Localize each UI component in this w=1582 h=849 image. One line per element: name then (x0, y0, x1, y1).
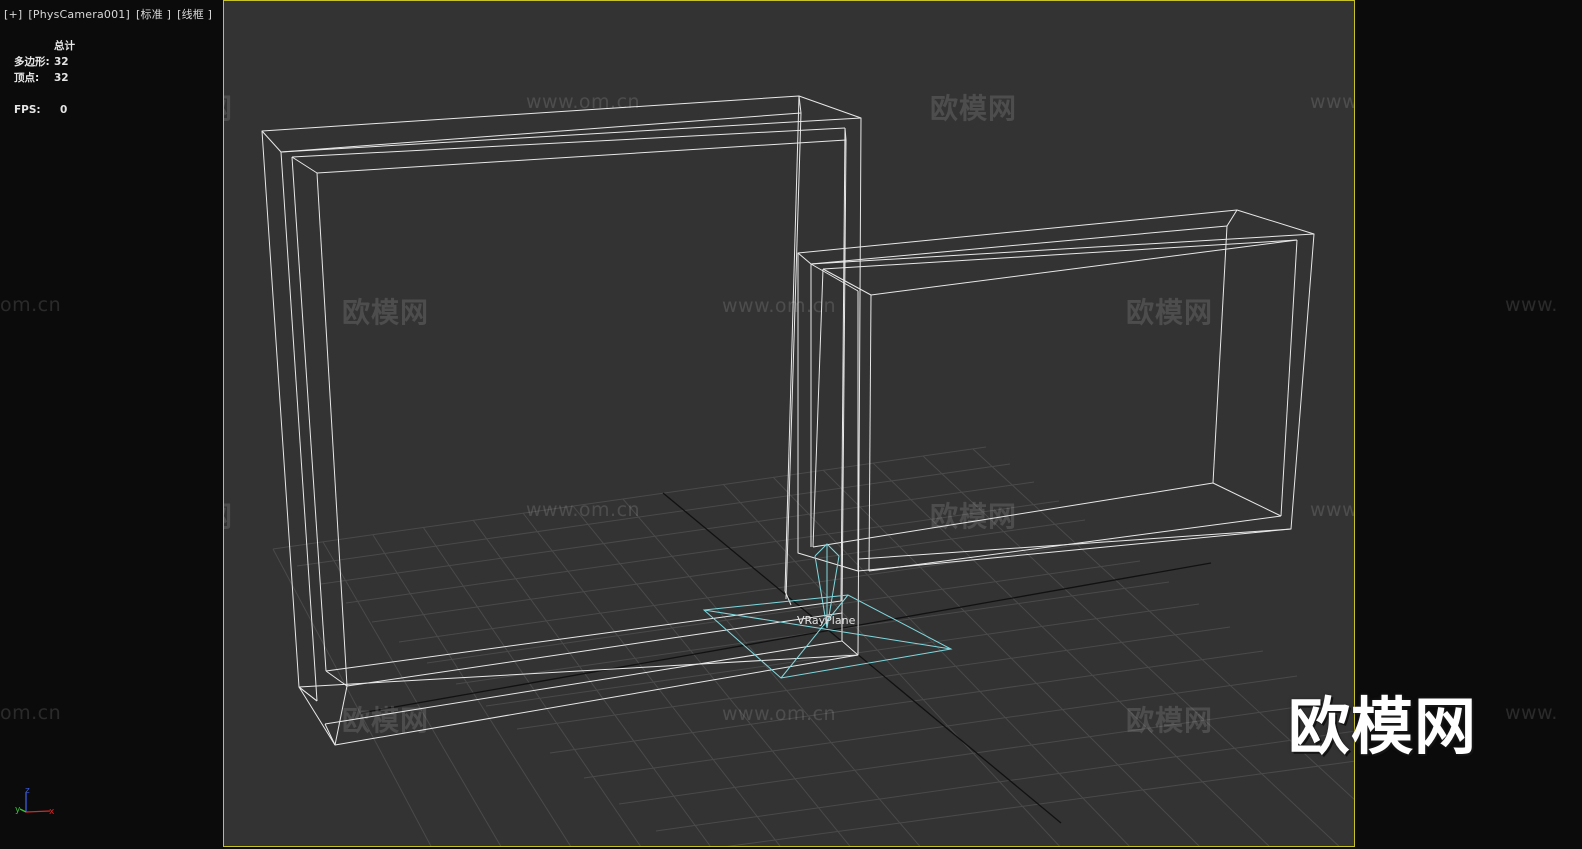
stats-polygons-label: 多边形: (14, 56, 50, 68)
stats-vertices-row: 顶点: 32 (14, 70, 75, 86)
viewport-label: [+] [PhysCamera001] [标准 ] [线框 ] (4, 6, 218, 22)
viewport-camera-menu[interactable]: [PhysCamera001] (28, 8, 130, 21)
axis-tripod: z x y (15, 786, 55, 817)
stats-polygons-row: 多边形: 32 (14, 54, 75, 70)
watermark-url-partial: www. (1505, 294, 1558, 316)
stats-fps-value: 0 (60, 104, 68, 116)
viewport-menu-plus[interactable]: [+] (4, 8, 22, 21)
stats-fps-label: FPS: (14, 104, 41, 116)
scene-statistics: 总计 多边形: 32 顶点: 32 FPS: 0 (14, 38, 75, 118)
left-box-wireframe (261, 95, 862, 746)
stats-header: 总计 (54, 40, 75, 52)
axis-y-label: y (15, 805, 21, 815)
vray-plane-gizmo (702, 543, 953, 679)
viewport-shading-menu[interactable]: [标准 ] (136, 8, 171, 21)
viewport-display-mode-menu[interactable]: [线框 ] (177, 8, 212, 21)
watermark-url-partial: www. (1505, 702, 1558, 724)
axis-x-label: x (49, 807, 55, 817)
axis-z-label: z (25, 786, 30, 796)
right-box-wireframe (797, 209, 1315, 572)
watermark-url-partial: om.cn (0, 702, 62, 724)
watermark-url-partial: om.cn (0, 294, 62, 316)
stats-vertices-label: 顶点: (14, 72, 40, 84)
axis-x-line (25, 810, 51, 813)
scene-canvas[interactable]: VRayPlane (224, 1, 1355, 847)
active-viewport[interactable]: VRayPlane 欧模网 www.om.cn 欧模网 www.om.cn 欧模… (223, 0, 1355, 847)
vray-plane-label: VRayPlane (797, 614, 856, 627)
stats-fps-row: FPS: 0 (14, 102, 75, 118)
stats-polygons-value: 32 (54, 56, 69, 68)
axis-y-line (19, 808, 27, 813)
stats-vertices-value: 32 (54, 72, 69, 84)
